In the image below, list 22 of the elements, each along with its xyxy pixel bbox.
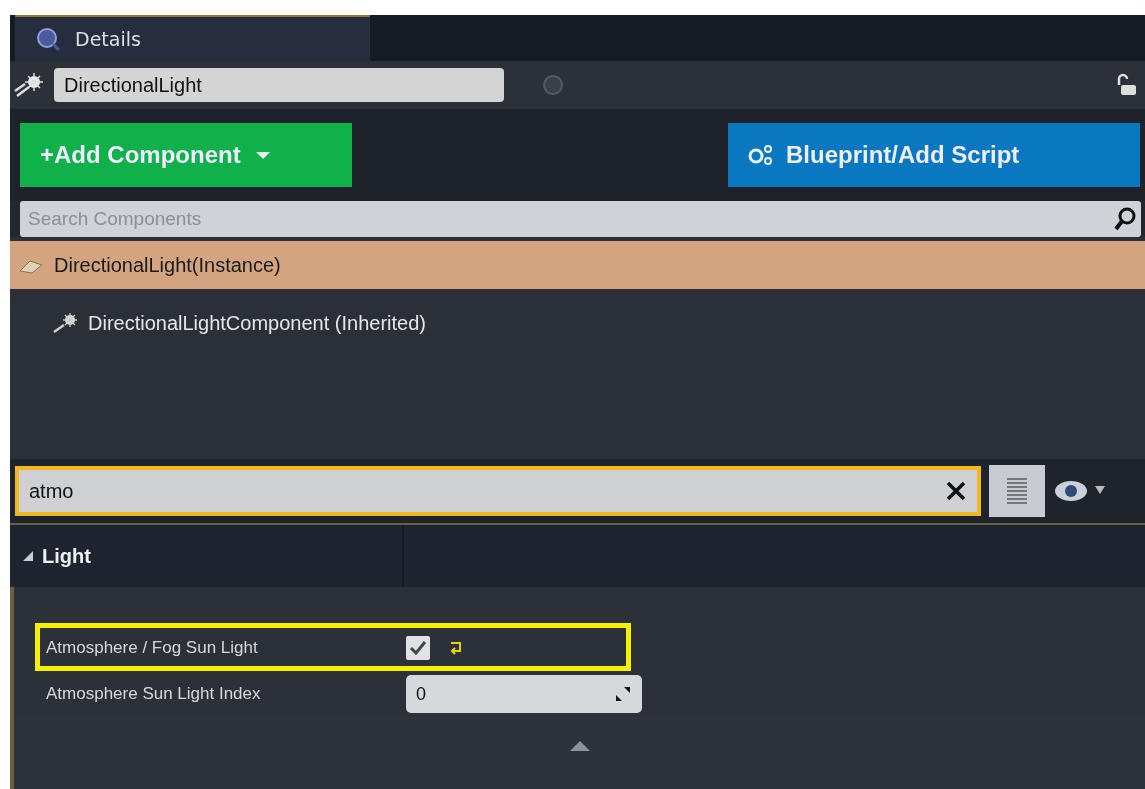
clear-icon[interactable] [945, 480, 967, 502]
caret-icon [254, 150, 271, 160]
light-icon [52, 312, 80, 334]
blueprint-button[interactable]: Blueprint/Add Script [728, 123, 1140, 187]
search-icon[interactable] [1113, 206, 1137, 232]
checkbox[interactable] [406, 636, 430, 660]
drag-arrows-icon [614, 685, 632, 703]
expanded-arrow-icon [22, 550, 34, 562]
grid-icon [1005, 476, 1029, 506]
details-tab[interactable]: Details [15, 15, 370, 61]
number-field[interactable]: 0 [406, 675, 642, 713]
info-magnifier-icon [35, 26, 61, 52]
property-label: Atmosphere / Fog Sun Light [46, 638, 258, 657]
property-label: Atmosphere Sun Light Index [46, 684, 261, 703]
reset-arrow-icon[interactable] [448, 640, 464, 656]
component-tree-item[interactable]: DirectionalLight(Instance) [10, 241, 1145, 289]
property-matrix-button[interactable] [989, 465, 1045, 517]
component-search-field[interactable]: Search Components [20, 201, 1141, 237]
details-search-field[interactable]: atmo [15, 466, 981, 516]
component-tree-item[interactable]: DirectionalLightComponent (Inherited) [10, 299, 1145, 347]
actor-name-field[interactable]: DirectionalLight [54, 68, 504, 102]
light-icon [14, 72, 46, 98]
